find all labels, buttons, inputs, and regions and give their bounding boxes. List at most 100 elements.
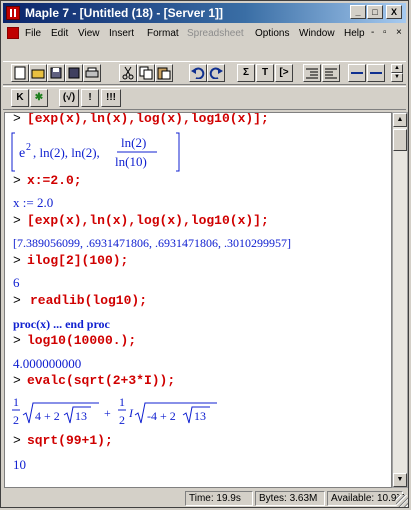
- scroll-down-icon[interactable]: ▼: [393, 473, 407, 487]
- doc-minimize-button[interactable]: -: [371, 27, 374, 38]
- svg-text:-4 + 2: -4 + 2: [147, 409, 176, 423]
- output-line: proc(x) ... end proc: [13, 317, 110, 331]
- complex-sqrt-formula: 1 2 4 + 2 13 + 1 2 I -4 + 2 13: [12, 395, 217, 427]
- menu-window[interactable]: Window: [299, 28, 335, 39]
- prompt-marker: >: [13, 112, 21, 126]
- prompt-marker: >: [13, 433, 21, 448]
- status-time: Time: 19.9s: [185, 491, 253, 506]
- input-line-6[interactable]: > log10(10000.);: [13, 333, 136, 348]
- title-bar: Maple 7 - [Untitled (18) - [Server 1]] _…: [3, 3, 406, 23]
- svg-text:2: 2: [13, 413, 19, 427]
- undo-icon[interactable]: [189, 64, 207, 82]
- input-text[interactable]: [exp(x),ln(x),log(x),log10(x)];: [27, 113, 269, 126]
- new-file-icon[interactable]: [11, 64, 29, 82]
- indent-icon[interactable]: [322, 64, 340, 82]
- save-disk-icon[interactable]: [47, 64, 65, 82]
- svg-text:, ln(2), ln(2),: , ln(2), ln(2),: [33, 145, 100, 160]
- output-line: 4.000000000: [13, 356, 82, 371]
- close-button[interactable]: X: [386, 5, 402, 19]
- scroll-up-icon[interactable]: ▲: [393, 113, 407, 127]
- menu-view[interactable]: View: [78, 28, 100, 39]
- scroll-thumb[interactable]: [393, 129, 407, 151]
- keyword-k-button[interactable]: K: [11, 89, 29, 107]
- resize-grip-icon[interactable]: [396, 495, 408, 507]
- copy-icon[interactable]: [137, 64, 155, 82]
- zoom-down-icon[interactable]: ▼: [391, 73, 403, 82]
- worksheet-area[interactable]: > [exp(x),ln(x),log(x),log10(x)]; e 2 , …: [4, 112, 392, 488]
- prompt-marker: >: [13, 293, 21, 308]
- menu-insert[interactable]: Insert: [109, 28, 134, 39]
- input-line-1[interactable]: > [exp(x),ln(x),log(x),log10(x)];: [13, 112, 269, 126]
- menu-edit[interactable]: Edit: [51, 28, 68, 39]
- plot-star-icon[interactable]: ✱: [30, 89, 48, 107]
- prompt-marker: >: [13, 253, 21, 268]
- cut-icon[interactable]: [119, 64, 137, 82]
- outdent-icon[interactable]: [303, 64, 321, 82]
- svg-text:e: e: [19, 146, 25, 161]
- input-text[interactable]: ilog[2](100);: [27, 253, 128, 268]
- status-bar: Time: 19.9s Bytes: 3.63M Available: 10.9…: [3, 490, 408, 507]
- svg-text:I: I: [128, 406, 134, 420]
- zoom-up-icon[interactable]: ▲: [391, 64, 403, 73]
- svg-text:13: 13: [194, 409, 206, 423]
- menu-spreadsheet[interactable]: Spreadsheet: [187, 28, 244, 39]
- input-text[interactable]: evalc(sqrt(2+3*I));: [27, 373, 175, 388]
- svg-text:+: +: [104, 406, 111, 420]
- doc-restore-button[interactable]: ▫: [383, 27, 387, 38]
- maximize-button[interactable]: □: [367, 5, 383, 19]
- svg-text:1: 1: [119, 395, 125, 409]
- vertical-scrollbar[interactable]: ▲ ▼: [392, 112, 408, 488]
- document-icon[interactable]: [7, 27, 19, 39]
- input-line-3[interactable]: > [exp(x),ln(x),log(x),log10(x)];: [13, 213, 269, 228]
- svg-text:2: 2: [119, 413, 125, 427]
- print-icon[interactable]: [83, 64, 101, 82]
- output-line: 10: [13, 457, 26, 472]
- input-text[interactable]: [exp(x),ln(x),log(x),log10(x)];: [27, 213, 269, 228]
- maple-window: Maple 7 - [Untitled (18) - [Server 1]] _…: [0, 0, 409, 508]
- input-line-4[interactable]: > ilog[2](100);: [13, 253, 128, 268]
- input-line-7[interactable]: > evalc(sqrt(2+3*I));: [13, 373, 175, 388]
- input-text[interactable]: readlib(log10);: [30, 293, 147, 308]
- minimize-button[interactable]: _: [350, 5, 366, 19]
- output-line: x := 2.0: [13, 195, 54, 210]
- menu-bar: File Edit View Insert Format Spreadsheet…: [3, 25, 406, 43]
- input-line-8[interactable]: > sqrt(99+1);: [13, 433, 113, 448]
- menu-help[interactable]: Help: [344, 28, 365, 39]
- input-line-2[interactable]: > x:=2.0;: [13, 173, 82, 188]
- svg-text:ln(2): ln(2): [121, 135, 146, 150]
- redo-icon[interactable]: [207, 64, 225, 82]
- output-line: [7.389056099, .6931471806, .6931471806, …: [13, 236, 291, 250]
- main-toolbar: Σ T [> ▲ ▼: [3, 61, 406, 85]
- svg-text:13: 13: [75, 409, 87, 423]
- output-formula: 1 2 4 + 2 13 + 1 2 I -4 + 2 13: [11, 393, 231, 436]
- math-input-sigma-icon[interactable]: Σ: [237, 64, 255, 82]
- forward-arrow-icon[interactable]: [367, 64, 385, 82]
- execution-group-icon[interactable]: [>: [275, 64, 293, 82]
- text-mode-icon[interactable]: T: [256, 64, 274, 82]
- prompt-marker: >: [13, 333, 21, 348]
- execute-all-button[interactable]: !!!: [101, 89, 121, 107]
- input-text[interactable]: log10(10000.);: [27, 333, 136, 348]
- svg-text:1: 1: [13, 395, 19, 409]
- status-bytes: Bytes: 3.63M: [255, 491, 325, 506]
- prompt-marker: >: [13, 213, 21, 228]
- open-folder-icon[interactable]: [29, 64, 47, 82]
- input-text[interactable]: x:=2.0;: [27, 173, 82, 188]
- execute-bang-button[interactable]: !: [81, 89, 99, 107]
- doc-close-button[interactable]: ×: [396, 27, 402, 38]
- save-all-icon[interactable]: [65, 64, 83, 82]
- input-line-5[interactable]: > readlib(log10);: [13, 293, 147, 308]
- back-arrow-icon[interactable]: [348, 64, 366, 82]
- prompt-marker: >: [13, 173, 21, 188]
- status-available: Available: 10.9M: [327, 491, 405, 506]
- prompt-marker: >: [13, 373, 21, 388]
- evaluate-sqrt-button[interactable]: (√): [59, 89, 79, 107]
- paste-icon[interactable]: [155, 64, 173, 82]
- menu-file[interactable]: File: [25, 28, 41, 39]
- maple-app-icon[interactable]: [6, 6, 20, 20]
- menu-format[interactable]: Format: [147, 28, 179, 39]
- input-text[interactable]: sqrt(99+1);: [27, 433, 113, 448]
- svg-text:2: 2: [26, 142, 31, 153]
- output-vector-1: e 2 , ln(2), ln(2), ln(2) ln(10): [11, 131, 181, 176]
- menu-options[interactable]: Options: [255, 28, 289, 39]
